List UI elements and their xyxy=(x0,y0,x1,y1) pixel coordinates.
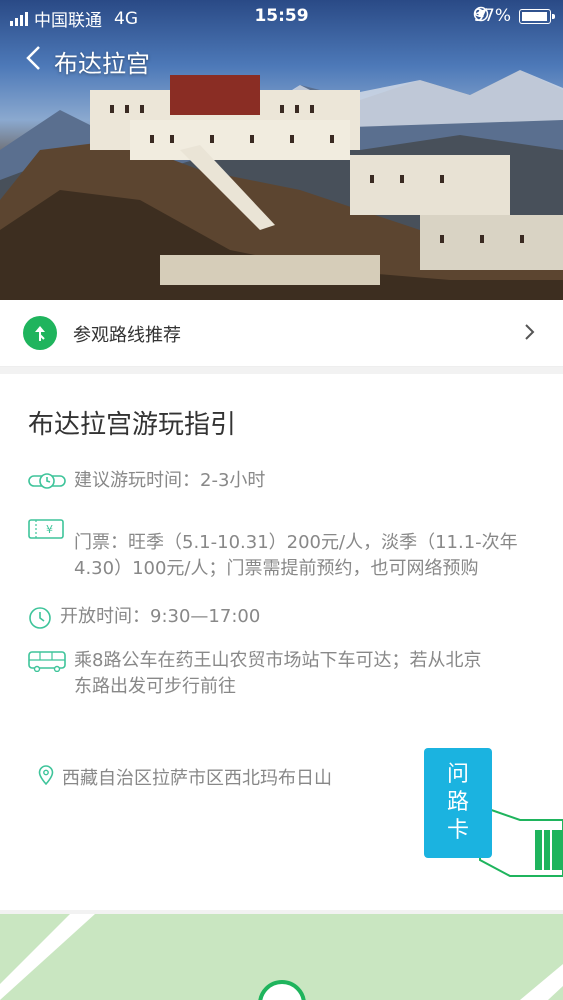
guide-title: 布达拉宫游玩指引 xyxy=(28,410,237,440)
hero-image: 中国联通 4G 15:59 97% 布达拉宫 xyxy=(0,0,563,300)
duration-row: 建议游玩时间：2-3小时 xyxy=(28,468,563,500)
page-title: 布达拉宫 xyxy=(54,50,150,78)
map-preview[interactable] xyxy=(0,914,563,1000)
transit-line-1: 乘8路公车在药王山农贸市场站下车可达；若从北京 xyxy=(74,650,482,671)
battery-icon xyxy=(519,8,555,24)
chevron-left-icon[interactable] xyxy=(24,46,46,77)
bus-icon xyxy=(28,650,66,700)
hours-text: 开放时间：9:30—17:00 xyxy=(60,606,261,627)
transit-line-2: 东路出发可步行前往 xyxy=(74,676,236,697)
transit-text: 乘8路公车在药王山农贸市场站下车可达；若从北京 东路出发可步行前往 xyxy=(74,648,481,700)
route-recommend-row[interactable]: 参观路线推荐 xyxy=(0,300,563,367)
ask-char-1: 问 xyxy=(446,762,469,787)
clock-icon xyxy=(28,606,52,638)
transit-row: 乘8路公车在药王山农贸市场站下车可达；若从北京 东路出发可步行前往 xyxy=(28,648,563,700)
ask-char-2: 路 xyxy=(446,790,469,815)
hours-row: 开放时间：9:30—17:00 xyxy=(28,604,563,638)
ask-way-button[interactable]: 问 路 卡 xyxy=(424,748,492,858)
ticket-line-1: 门票：旺季（5.1-10.31）200元/人，淡季（11.1-次年 xyxy=(74,532,518,553)
route-recommend-label: 参观路线推荐 xyxy=(73,325,181,346)
address-row[interactable]: 西藏自治区拉萨市区西北玛布日山 xyxy=(38,764,332,790)
ask-char-3: 卡 xyxy=(446,818,469,843)
ask-way-card[interactable]: 问 路 卡 xyxy=(410,748,563,880)
ticket-icon: ¥ xyxy=(28,518,66,582)
duration-text: 建议游玩时间：2-3小时 xyxy=(74,470,266,491)
navbar: 布达拉宫 xyxy=(24,44,150,79)
map-illustration xyxy=(0,914,563,1000)
svg-text:¥: ¥ xyxy=(46,523,53,536)
ticket-text: 门票：旺季（5.1-10.31）200元/人，淡季（11.1-次年 4.30）1… xyxy=(74,530,518,582)
location-pin-icon xyxy=(38,764,54,790)
chevron-right-icon xyxy=(523,322,535,346)
status-right: 97% xyxy=(473,6,555,26)
hourglass-icon xyxy=(28,470,66,500)
status-bar: 中国联通 4G 15:59 97% xyxy=(0,0,563,34)
address-text: 西藏自治区拉萨市区西北玛布日山 xyxy=(62,768,332,789)
location-arrow-icon xyxy=(475,8,488,20)
route-icon xyxy=(23,316,57,350)
ticket-row: ¥ 门票：旺季（5.1-10.31）200元/人，淡季（11.1-次年 4.30… xyxy=(28,516,563,582)
ticket-line-2: 4.30）100元/人；门票需提前预约，也可网络预购 xyxy=(74,558,479,579)
